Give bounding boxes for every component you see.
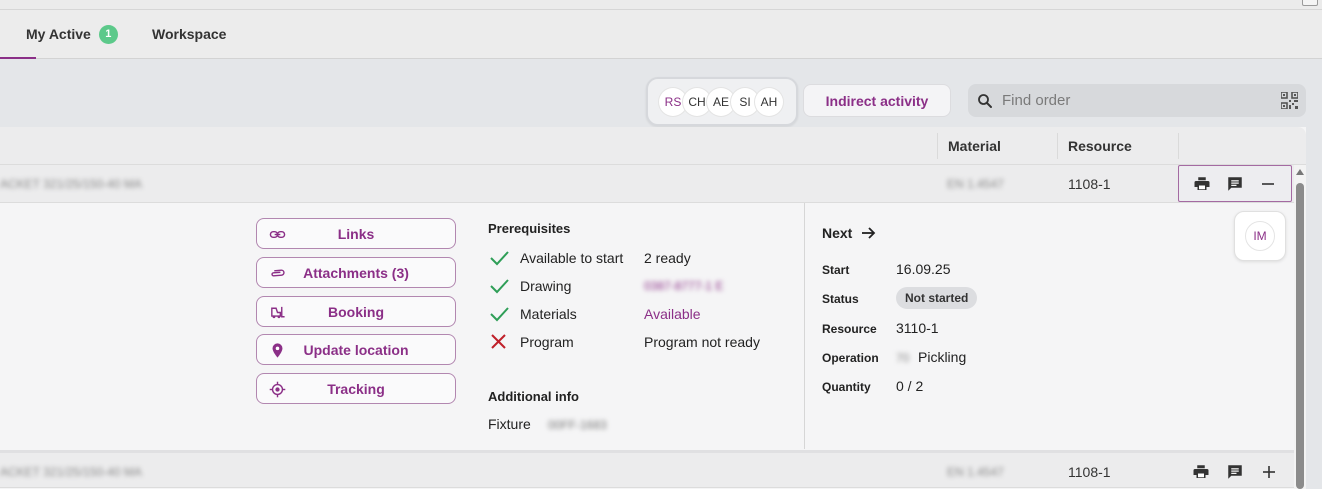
link-icon xyxy=(269,230,286,239)
print-icon[interactable] xyxy=(1192,174,1212,194)
prereq-label: Program xyxy=(520,334,574,350)
tab-label: My Active xyxy=(26,26,91,42)
avatar: IM xyxy=(1245,221,1275,251)
row-actions xyxy=(1178,165,1292,202)
quantity-label: Quantity xyxy=(822,380,871,394)
start-value: 16.09.25 xyxy=(896,261,951,277)
collapse-icon[interactable] xyxy=(1258,174,1278,194)
tab-workspace[interactable]: Workspace xyxy=(152,10,226,58)
material-value: EN 1.4547 xyxy=(947,465,1004,479)
column-divider xyxy=(1057,133,1058,159)
top-strip xyxy=(0,0,1322,10)
search-icon xyxy=(978,93,992,108)
arrow-right-icon xyxy=(862,227,876,239)
attachments-button[interactable]: Attachments (3) xyxy=(256,257,456,288)
button-label: Links xyxy=(337,225,375,242)
quantity-value: 0 / 2 xyxy=(896,378,924,394)
tab-label: Workspace xyxy=(152,26,227,42)
order-detail-panel: Links Attachments (3) Booking Update loc… xyxy=(0,203,1294,449)
prereq-label: Available to start xyxy=(520,250,624,266)
column-divider xyxy=(1178,133,1179,159)
additional-info-title: Additional info xyxy=(488,389,579,404)
update-location-button[interactable]: Update location xyxy=(256,334,456,365)
check-icon xyxy=(490,279,509,294)
drawing-link[interactable]: 0387-8777-1 E xyxy=(644,279,723,293)
column-header-resource[interactable]: Resource xyxy=(1068,127,1132,165)
prereq-row: Materials Available xyxy=(488,303,798,325)
forklift-icon xyxy=(271,306,285,319)
print-icon[interactable] xyxy=(1191,462,1211,482)
search-bar xyxy=(968,84,1306,117)
check-icon xyxy=(490,307,509,322)
button-label: Tracking xyxy=(327,380,385,397)
prereq-value: Program not ready xyxy=(644,334,760,350)
avatar[interactable]: AH xyxy=(755,88,783,116)
fixture-value: 00FF-1683 xyxy=(548,418,607,432)
qr-code-icon[interactable] xyxy=(1281,92,1298,109)
vertical-scrollbar[interactable] xyxy=(1294,165,1306,489)
resource-link[interactable]: 3110-1 xyxy=(896,320,939,336)
paperclip-icon xyxy=(271,269,285,277)
table-header: Material Resource xyxy=(0,127,1306,165)
links-button[interactable]: Links xyxy=(256,218,456,249)
start-label: Start xyxy=(822,263,850,277)
panel-divider xyxy=(804,203,805,449)
comment-icon[interactable] xyxy=(1225,462,1245,482)
assignee-box[interactable]: IM xyxy=(1234,211,1286,261)
location-pin-icon xyxy=(272,343,283,358)
prereq-row: Program Program not ready xyxy=(488,331,798,353)
tracking-button[interactable]: Tracking xyxy=(256,373,456,404)
button-label: Attachments (3) xyxy=(303,264,409,281)
scroll-up-icon[interactable] xyxy=(1296,169,1304,175)
column-header-material[interactable]: Material xyxy=(948,127,1001,165)
table-row[interactable]: ACKET 321/25/150-40 MA EN 1.4547 1108-1 xyxy=(0,165,1306,203)
operation-code: 70 xyxy=(896,351,910,365)
cross-icon xyxy=(491,334,506,349)
material-value: EN 1.4547 xyxy=(947,177,1004,191)
materials-link[interactable]: Available xyxy=(644,306,701,322)
indirect-activity-button[interactable]: Indirect activity xyxy=(803,84,951,117)
expand-icon[interactable] xyxy=(1259,462,1279,482)
order-description: ACKET 321/25/150-40 MA xyxy=(0,465,142,479)
search-input[interactable] xyxy=(1002,92,1262,109)
prereq-row: Available to start 2 ready xyxy=(488,247,798,269)
resource-value: 1108-1 xyxy=(1068,176,1111,192)
window-control-icon[interactable] xyxy=(1302,0,1318,6)
prerequisites-title: Prerequisites xyxy=(488,221,571,236)
operation-value: Pickling xyxy=(918,349,967,365)
tab-bar: My Active 1 Workspace xyxy=(0,10,1322,59)
resource-label: Resource xyxy=(822,322,877,336)
status-badge: Not started xyxy=(896,287,978,309)
crosshair-icon xyxy=(269,381,286,398)
comment-icon[interactable] xyxy=(1225,174,1245,194)
user-filter-group: RS CH AE SI AH xyxy=(646,77,798,126)
check-icon xyxy=(490,251,509,266)
tab-my-active[interactable]: My Active 1 xyxy=(0,10,118,59)
count-badge: 1 xyxy=(98,24,118,44)
resource-value: 1108-1 xyxy=(1068,464,1111,480)
toolbar: RS CH AE SI AH Indirect activity xyxy=(0,60,1322,126)
row-actions xyxy=(1178,453,1292,489)
orders-table: Material Resource ACKET 321/25/150-40 MA… xyxy=(0,127,1306,489)
table-row[interactable]: ACKET 321/25/150-40 MA EN 1.4547 1108-1 xyxy=(0,450,1306,488)
scroll-thumb[interactable] xyxy=(1296,183,1304,489)
column-divider xyxy=(937,133,938,159)
next-title: Next xyxy=(822,225,853,241)
prereq-label: Drawing xyxy=(520,278,572,294)
status-label: Status xyxy=(822,292,859,306)
button-label: Update location xyxy=(303,341,409,358)
prereq-label: Materials xyxy=(520,306,577,322)
prereq-value: 2 ready xyxy=(644,250,691,266)
fixture-label: Fixture xyxy=(488,416,531,432)
order-description: ACKET 321/25/150-40 MA xyxy=(0,177,142,191)
booking-button[interactable]: Booking xyxy=(256,296,456,327)
prereq-row: Drawing 0387-8777-1 E xyxy=(488,275,798,297)
operation-label: Operation xyxy=(822,351,879,365)
button-label: Booking xyxy=(328,303,384,320)
status-pill: Not started xyxy=(896,287,978,309)
next-operation-header[interactable]: Next xyxy=(822,225,876,241)
